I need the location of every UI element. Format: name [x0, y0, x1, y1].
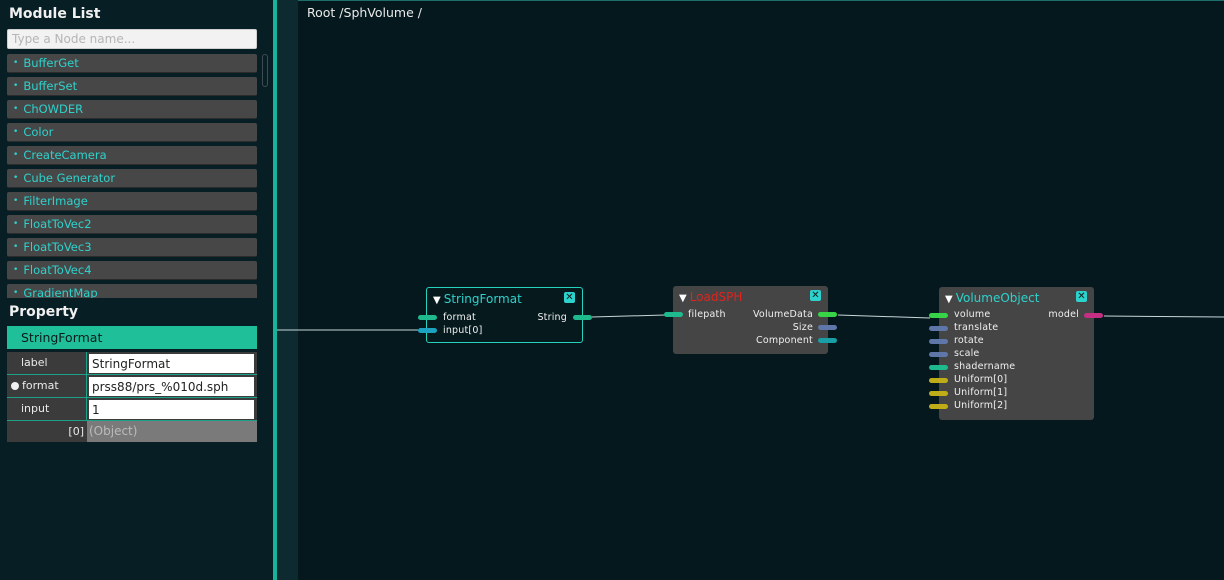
- input-port-volume[interactable]: [929, 313, 948, 318]
- input-port-uniform0[interactable]: [929, 378, 948, 383]
- input-port-shadername[interactable]: [929, 365, 948, 370]
- port-label: Component: [756, 335, 813, 346]
- port-label: String: [537, 312, 567, 323]
- node-title: ▼ StringFormat: [433, 292, 522, 306]
- node-title-label: StringFormat: [443, 292, 522, 306]
- node-stringformat[interactable]: ▼ StringFormat ✕ format input[0] String: [426, 287, 583, 343]
- triangle-down-icon[interactable]: ▼: [433, 295, 441, 306]
- output-port-model[interactable]: [1084, 313, 1103, 318]
- port-label: Uniform[2]: [954, 400, 1008, 411]
- output-port-volumedata[interactable]: [818, 312, 837, 317]
- port-label: filepath: [688, 309, 726, 320]
- port-label: input[0]: [443, 325, 483, 336]
- input-port-uniform1[interactable]: [929, 391, 948, 396]
- port-label: volume: [954, 309, 991, 320]
- triangle-down-icon[interactable]: ▼: [679, 293, 687, 304]
- port-label: model: [1048, 309, 1079, 320]
- port-label: translate: [954, 322, 999, 333]
- node-title: ▼ VolumeObject: [945, 291, 1039, 305]
- input-port-input0[interactable]: [418, 328, 437, 333]
- input-port-rotate[interactable]: [929, 339, 948, 344]
- input-port-translate[interactable]: [929, 326, 948, 331]
- wire-volumedata-to-volume: [837, 314, 931, 319]
- input-port-format[interactable]: [418, 315, 437, 320]
- close-icon[interactable]: ✕: [564, 292, 575, 303]
- output-port-string[interactable]: [573, 315, 592, 320]
- output-port-size[interactable]: [818, 325, 837, 330]
- port-label: VolumeData: [752, 309, 813, 320]
- triangle-down-icon[interactable]: ▼: [945, 294, 953, 305]
- port-label: Uniform[0]: [954, 374, 1008, 385]
- port-label: rotate: [954, 335, 984, 346]
- node-title-label: LoadSPH: [689, 290, 743, 304]
- port-label: scale: [954, 348, 980, 359]
- close-icon[interactable]: ✕: [1076, 291, 1087, 302]
- close-icon[interactable]: ✕: [810, 290, 821, 301]
- wire-string-to-filepath: [591, 314, 666, 318]
- port-label: shadername: [954, 361, 1016, 372]
- port-label: Uniform[1]: [954, 387, 1008, 398]
- port-label: Size: [792, 322, 813, 333]
- output-port-component[interactable]: [818, 338, 837, 343]
- port-label: format: [443, 312, 476, 323]
- node-title-label: VolumeObject: [955, 291, 1040, 305]
- input-port-filepath[interactable]: [664, 312, 683, 317]
- node-volumeobject[interactable]: ▼ VolumeObject ✕ volume translate rotate …: [939, 287, 1094, 420]
- node-loadsph[interactable]: ▼ LoadSPH ✕ filepath VolumeData Size Comp…: [673, 286, 828, 354]
- node-title: ▼ LoadSPH: [679, 290, 742, 304]
- input-port-uniform2[interactable]: [929, 404, 948, 409]
- input-port-scale[interactable]: [929, 352, 948, 357]
- wire-model-out: [1103, 315, 1224, 318]
